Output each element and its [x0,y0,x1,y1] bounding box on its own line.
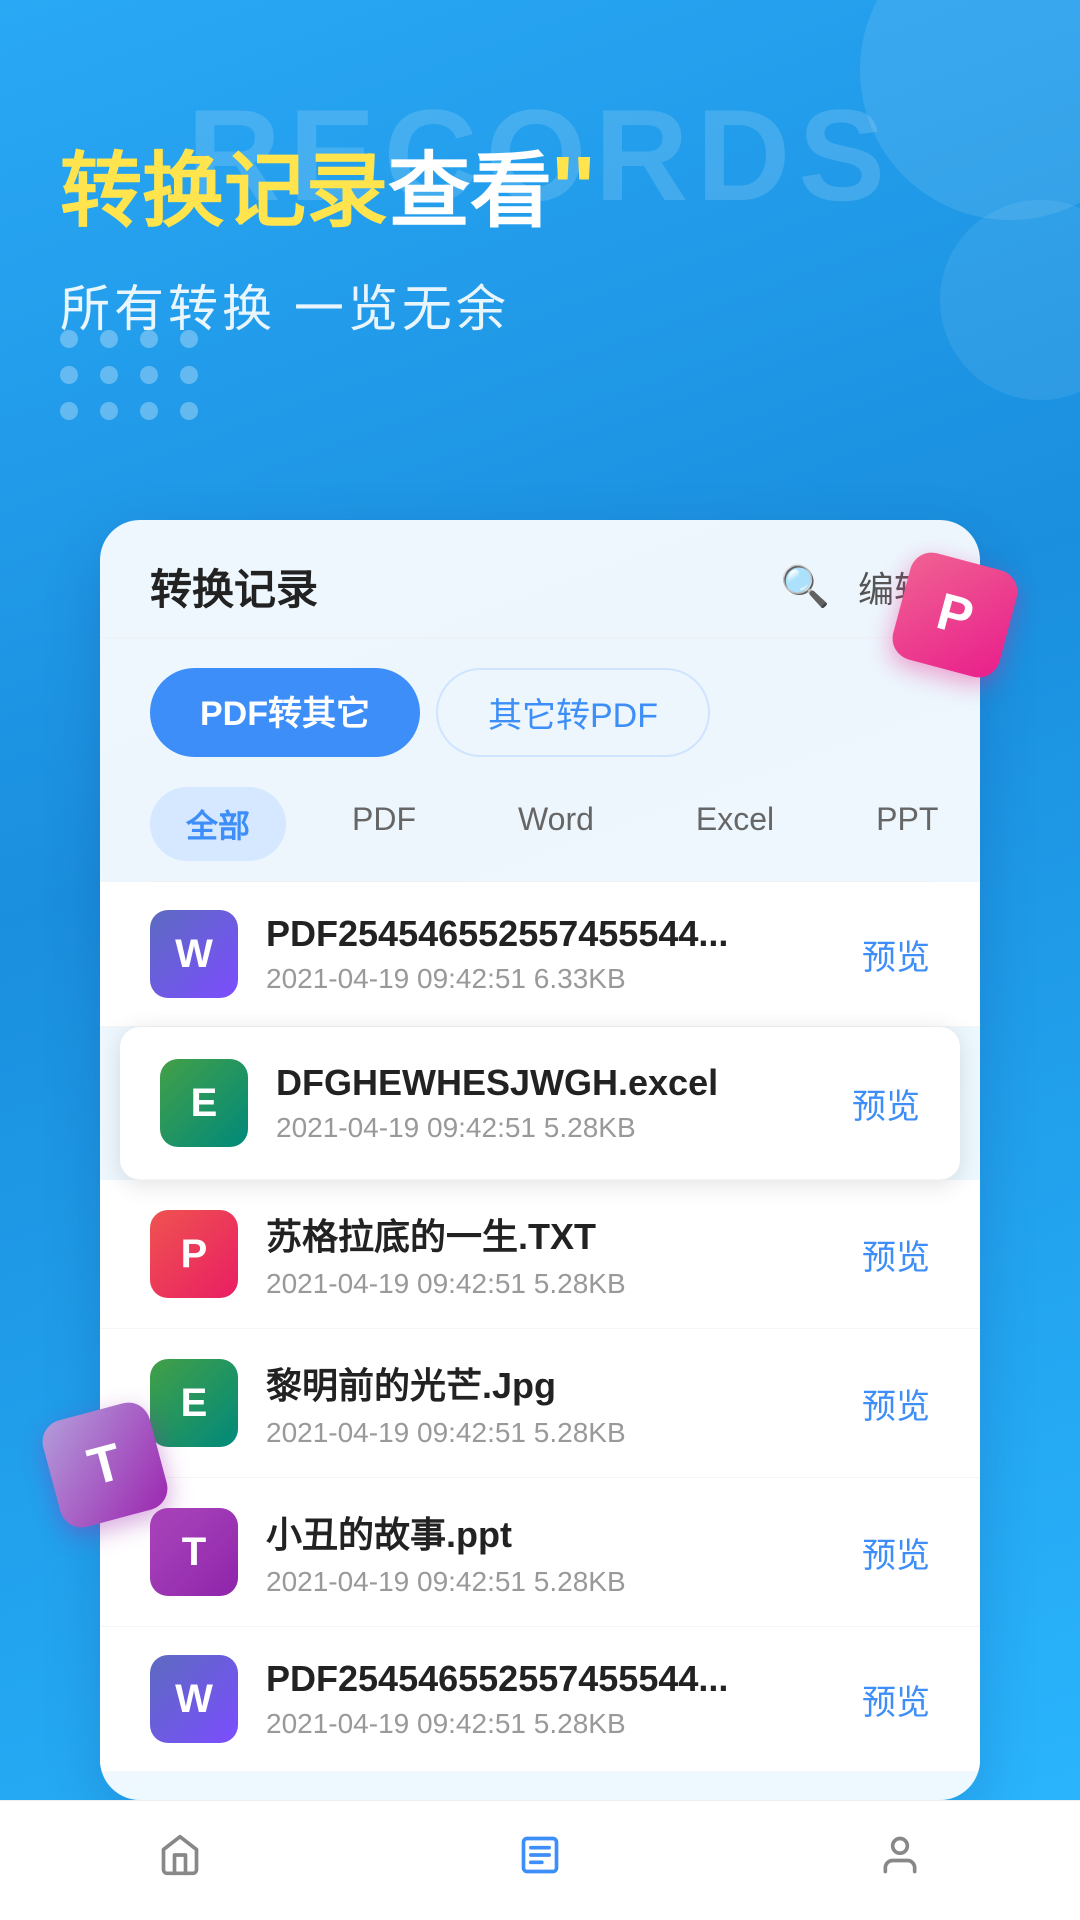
file-item[interactable]: P 苏格拉底的一生.TXT 2021-04-19 09:42:51 5.28KB… [100,1180,980,1329]
file-meta: 2021-04-19 09:42:51 5.28KB [266,1268,842,1300]
file-name: PDF254546552557455544... [266,1658,842,1700]
filter-bar: 全部 PDF Word Excel PPT [100,777,980,881]
dot-grid [60,330,202,420]
file-name: PDF254546552557455544... [266,913,842,955]
file-icon-excel: E [160,1059,248,1147]
search-button[interactable]: 🔍 [780,563,830,610]
file-item[interactable]: W PDF254546552557455544... 2021-04-19 09… [100,1627,980,1772]
file-info: 黎明前的光芒.Jpg 2021-04-19 09:42:51 5.28KB [266,1357,842,1449]
file-meta: 2021-04-19 09:42:51 5.28KB [276,1112,832,1144]
card-area: P T 转换记录 🔍 编辑 PDF转其它 其它转PDF 全部 PDF Word … [100,520,980,1800]
file-item[interactable]: E 黎明前的光芒.Jpg 2021-04-19 09:42:51 5.28KB … [100,1329,980,1478]
hero-quote: '' [552,139,595,239]
preview-button[interactable]: 预览 [862,1230,930,1279]
home-icon [158,1833,202,1888]
preview-button[interactable]: 预览 [862,1675,930,1724]
file-name: 小丑的故事.ppt [266,1506,842,1558]
file-item-highlighted[interactable]: E DFGHEWHESJWGH.excel 2021-04-19 09:42:5… [120,1027,960,1180]
card-title: 转换记录 [150,556,318,617]
file-name: DFGHEWHESJWGH.excel [276,1062,832,1104]
file-icon-excel: E [150,1359,238,1447]
preview-button[interactable]: 预览 [862,1379,930,1428]
filter-word[interactable]: Word [482,787,630,861]
file-meta: 2021-04-19 09:42:51 5.28KB [266,1708,842,1740]
file-icon-word: W [150,910,238,998]
tab-other-to-pdf[interactable]: 其它转PDF [436,668,710,757]
hero-subtitle: 所有转换 一览无余 [60,269,595,341]
bottom-nav [0,1800,1080,1920]
file-name: 黎明前的光芒.Jpg [266,1357,842,1409]
hero-title: 转换记录查看'' [60,140,595,239]
file-meta: 2021-04-19 09:42:51 5.28KB [266,1566,842,1598]
hero-section: 转换记录查看'' 所有转换 一览无余 [60,140,595,341]
card-header: 转换记录 🔍 编辑 [100,520,980,638]
preview-button[interactable]: 预览 [862,1528,930,1577]
filter-all[interactable]: 全部 [150,787,286,861]
user-icon [878,1833,922,1888]
file-icon-word: W [150,1655,238,1743]
file-icon-ppt: P [150,1210,238,1298]
file-name: 苏格拉底的一生.TXT [266,1208,842,1260]
file-info: PDF254546552557455544... 2021-04-19 09:4… [266,913,842,995]
file-meta: 2021-04-19 09:42:51 6.33KB [266,963,842,995]
file-icon-txt: T [150,1508,238,1596]
preview-button[interactable]: 预览 [852,1079,920,1128]
nav-item-home[interactable] [118,1823,242,1898]
filter-excel[interactable]: Excel [660,787,810,861]
file-list: W PDF254546552557455544... 2021-04-19 09… [100,882,980,1800]
hero-title-highlight: 转换记录 [60,146,388,237]
hero-title-normal: 查看 [388,146,552,237]
filter-pdf[interactable]: PDF [316,787,452,861]
tab-bar: PDF转其它 其它转PDF [150,668,930,757]
main-card: 转换记录 🔍 编辑 PDF转其它 其它转PDF 全部 PDF Word Exce… [100,520,980,1800]
preview-button[interactable]: 预览 [862,930,930,979]
file-item[interactable]: T 小丑的故事.ppt 2021-04-19 09:42:51 5.28KB 预… [100,1478,980,1627]
file-info: 苏格拉底的一生.TXT 2021-04-19 09:42:51 5.28KB [266,1208,842,1300]
file-info: DFGHEWHESJWGH.excel 2021-04-19 09:42:51 … [276,1062,832,1144]
file-item[interactable]: W PDF254546552557455544... 2021-04-19 09… [100,882,980,1027]
list-icon [518,1833,562,1888]
tab-pdf-to-other[interactable]: PDF转其它 [150,668,420,757]
nav-item-records[interactable] [478,1823,602,1898]
nav-item-profile[interactable] [838,1823,962,1898]
file-meta: 2021-04-19 09:42:51 5.28KB [266,1417,842,1449]
file-info: 小丑的故事.ppt 2021-04-19 09:42:51 5.28KB [266,1506,842,1598]
filter-ppt[interactable]: PPT [840,787,974,861]
file-info: PDF254546552557455544... 2021-04-19 09:4… [266,1658,842,1740]
